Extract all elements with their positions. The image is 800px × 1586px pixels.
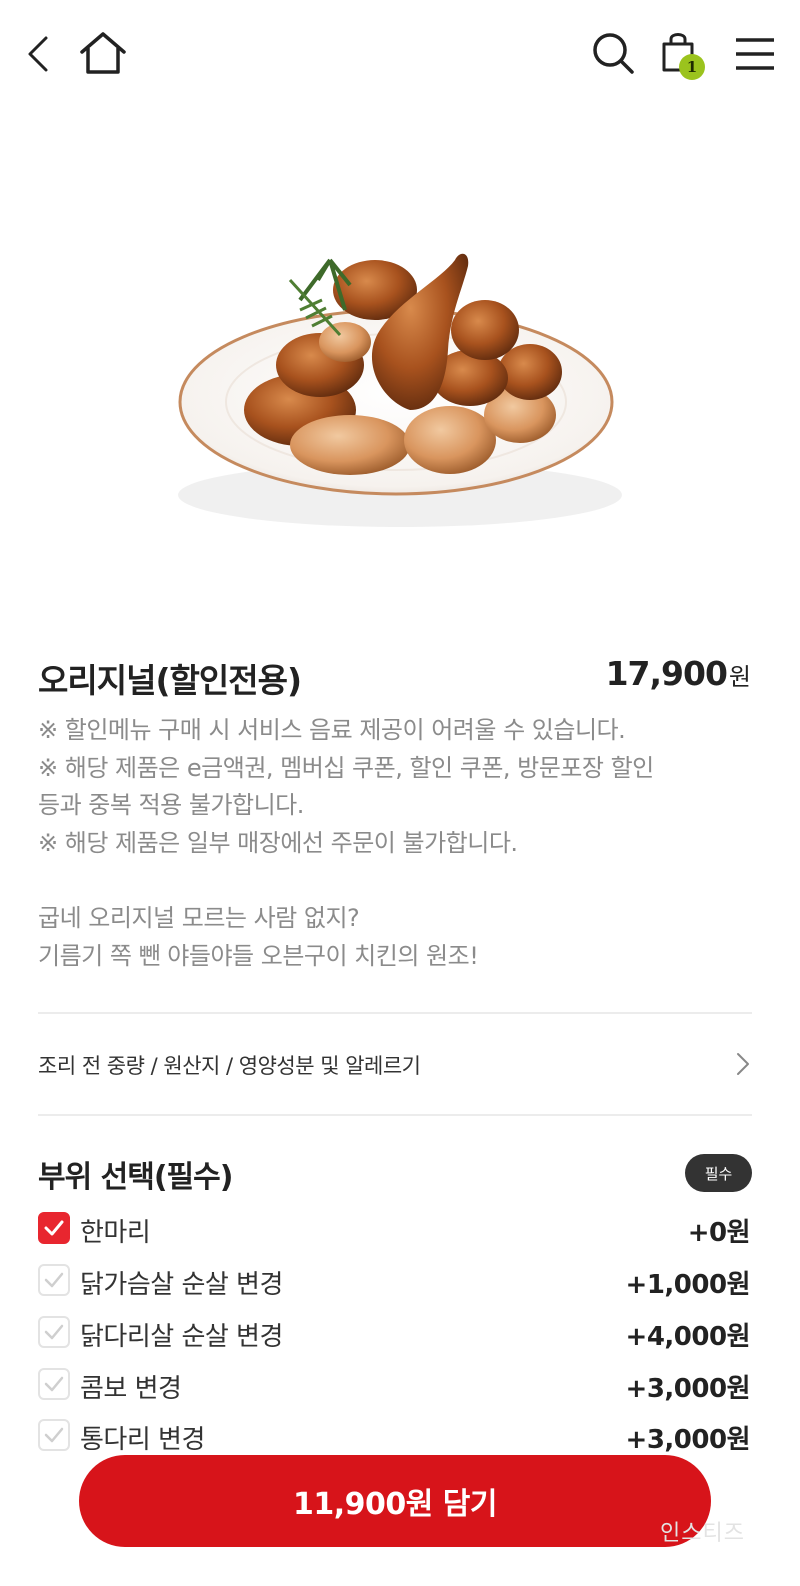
- option-row-thigh[interactable]: 닭다리살 순살 변경 +4,000원: [38, 1312, 752, 1352]
- watermark: 인스티즈: [660, 1521, 745, 1546]
- product-name: 오리지널(할인전용): [38, 661, 302, 700]
- checkbox[interactable]: [38, 1212, 70, 1244]
- divider: [38, 1012, 752, 1014]
- option-row-whole[interactable]: 한마리 +0원: [38, 1208, 752, 1248]
- top-bar: 1: [0, 0, 800, 110]
- home-icon[interactable]: [78, 30, 128, 76]
- divider: [38, 1114, 752, 1116]
- option-row-drumstick[interactable]: 통다리 변경 +3,000원: [38, 1415, 752, 1455]
- hamburger-menu-icon[interactable]: [734, 36, 776, 72]
- option-price: +0원: [687, 1218, 751, 1248]
- product-price-value: 17,900: [605, 654, 728, 693]
- product-notes: ※ 할인메뉴 구매 시 서비스 음료 제공이 어려울 수 있습니다. ※ 해당 …: [38, 712, 758, 862]
- product-description: 굽네 오리지널 모르는 사람 없지? 기름기 쪽 뺀 야들야들 오븐구이 치킨의…: [38, 900, 758, 975]
- note-line: ※ 해당 제품은 일부 매장에선 주문이 불가합니다.: [38, 828, 518, 857]
- checkbox[interactable]: [38, 1368, 70, 1400]
- option-label: 콤보 변경: [80, 1374, 182, 1404]
- checkbox[interactable]: [38, 1316, 70, 1348]
- required-badge: 필수: [685, 1154, 752, 1192]
- option-price: +4,000원: [625, 1322, 751, 1352]
- description-line: 기름기 쪽 뺀 야들야들 오븐구이 치킨의 원조!: [38, 941, 479, 970]
- checkbox[interactable]: [38, 1419, 70, 1451]
- option-price: +3,000원: [625, 1374, 751, 1404]
- option-row-combo[interactable]: 콤보 변경 +3,000원: [38, 1364, 752, 1404]
- section-title: 부위 선택(필수): [38, 1160, 233, 1195]
- product-image: [0, 110, 800, 630]
- option-label: 닭가슴살 순살 변경: [80, 1270, 283, 1300]
- cart-count-badge: 1: [679, 54, 705, 80]
- option-row-breast[interactable]: 닭가슴살 순살 변경 +1,000원: [38, 1260, 752, 1300]
- product-price: 17,900원: [605, 654, 751, 693]
- option-price: +1,000원: [625, 1270, 751, 1300]
- option-label: 한마리: [80, 1218, 151, 1248]
- nutrition-info-row[interactable]: 조리 전 중량 / 원산지 / 영양성분 및 알레르기: [38, 1030, 752, 1098]
- option-label: 통다리 변경: [80, 1425, 205, 1455]
- checkbox[interactable]: [38, 1264, 70, 1296]
- note-line: 등과 중복 적용 불가합니다.: [38, 791, 304, 819]
- note-line: ※ 할인메뉴 구매 시 서비스 음료 제공이 어려울 수 있습니다.: [38, 716, 626, 744]
- option-label: 닭다리살 순살 변경: [80, 1322, 283, 1352]
- cart-icon[interactable]: 1: [658, 30, 705, 80]
- description-line: 굽네 오리지널 모르는 사람 없지?: [38, 904, 360, 932]
- product-header: 오리지널(할인전용) 17,900원: [38, 648, 752, 704]
- back-arrow-icon[interactable]: [24, 34, 54, 74]
- search-icon[interactable]: [590, 30, 636, 76]
- option-price: +3,000원: [625, 1425, 751, 1455]
- chevron-right-icon: [736, 1052, 750, 1080]
- note-line: ※ 해당 제품은 e금액권, 멤버십 쿠폰, 할인 쿠폰, 방문포장 할인: [38, 753, 654, 782]
- add-to-cart-button[interactable]: 11,900원 담기: [79, 1455, 711, 1547]
- product-price-unit: 원: [728, 663, 751, 691]
- nutrition-info-label: 조리 전 중량 / 원산지 / 영양성분 및 알레르기: [38, 1054, 421, 1078]
